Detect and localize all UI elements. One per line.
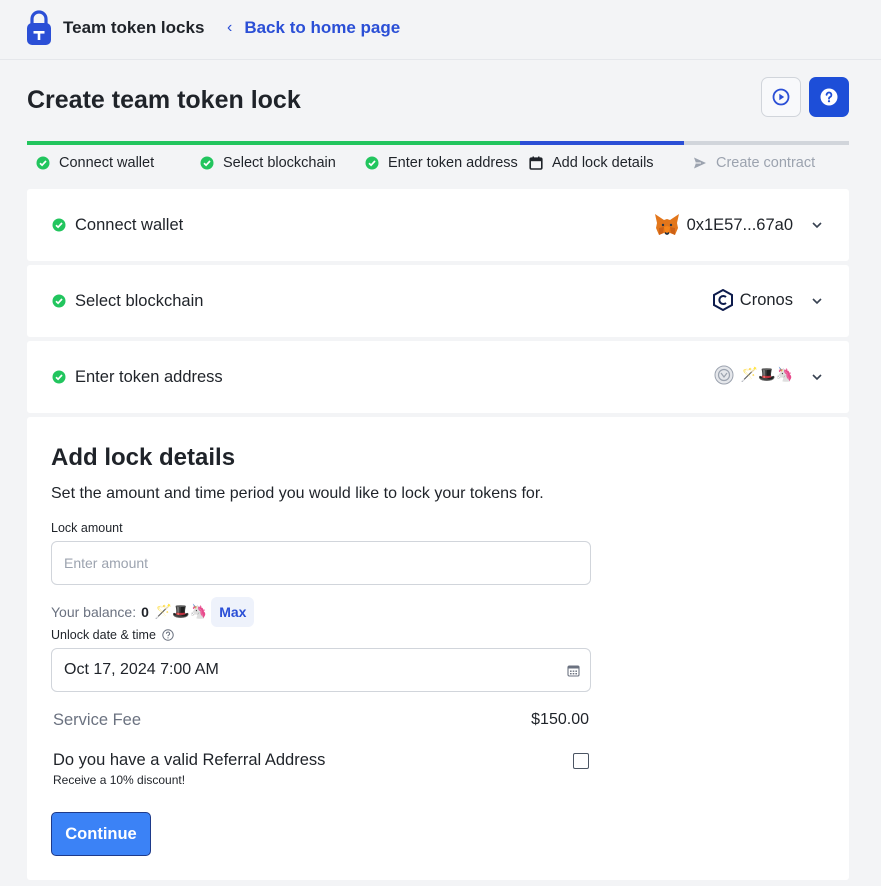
unlock-date-picker[interactable]: Oct 17, 2024 7:00 AM [51, 648, 591, 692]
back-link-label: Back to home page [244, 18, 401, 37]
unlock-date-label: Unlock date & time [51, 628, 174, 642]
check-circle-icon [365, 156, 379, 170]
check-circle-icon [52, 370, 66, 384]
wallet-address: 0x1E57...67a0 [686, 215, 793, 234]
progress-remaining [684, 141, 849, 145]
chevron-down-icon[interactable] [811, 219, 823, 231]
balance-token-symbol: 🪄🎩🦄 [154, 604, 208, 620]
step-select-blockchain: Select blockchain [200, 155, 336, 171]
back-to-home-link[interactable]: ‹ Back to home page [227, 18, 400, 38]
blockchain-name: Cronos [739, 290, 793, 309]
padlock-logo-icon [27, 10, 51, 45]
blockchain-display: Cronos [712, 289, 793, 311]
referral-discount-note: Receive a 10% discount! [53, 773, 186, 787]
referral-checkbox[interactable] [573, 753, 589, 769]
metamask-fox-icon [654, 214, 679, 235]
service-fee-value: $150.00 [531, 711, 589, 728]
step-connect-wallet: Connect wallet [36, 155, 154, 171]
send-arrow-icon [694, 157, 706, 169]
top-bar: Team token locks ‹ Back to home page [0, 0, 881, 60]
referral-label: Do you have a valid Referral Address [53, 751, 326, 769]
token-symbol: 🪄🎩🦄 [740, 367, 793, 383]
question-circle-icon [820, 88, 838, 106]
continue-button[interactable]: Continue [51, 812, 151, 856]
chevron-down-icon[interactable] [811, 295, 823, 307]
step-progress-bar [27, 141, 849, 145]
section-title: Add lock details [51, 444, 236, 471]
play-video-button[interactable] [761, 77, 801, 117]
balance-label: Your balance: [51, 604, 137, 620]
page-title: Create team token lock [27, 86, 301, 114]
step-create-contract: Create contract [693, 155, 815, 171]
service-fee-label: Service Fee [53, 711, 142, 729]
step-add-lock-details: Add lock details [529, 155, 654, 171]
card-label: Connect wallet [75, 216, 184, 234]
progress-complete [27, 141, 520, 145]
max-button[interactable]: Max [211, 597, 255, 627]
enter-token-address-card[interactable]: Enter token address 🪄🎩🦄 [27, 341, 849, 413]
check-circle-icon [36, 156, 50, 170]
cronos-icon [712, 289, 733, 311]
balance-value: 0 [141, 604, 149, 620]
connect-wallet-card[interactable]: Connect wallet 0x1E57...67a0 [27, 189, 849, 261]
balance-row: Your balance: 0 🪄🎩🦄 Max [51, 597, 255, 627]
check-circle-icon [52, 218, 66, 232]
select-blockchain-card[interactable]: Select blockchain Cronos [27, 265, 849, 337]
chevron-left-icon: ‹ [227, 19, 233, 36]
step-enter-token-address: Enter token address [365, 155, 518, 171]
card-label: Enter token address [75, 368, 223, 386]
unlock-date-value: Oct 17, 2024 7:00 AM [64, 661, 219, 678]
play-circle-icon [772, 88, 790, 106]
lock-amount-label: Lock amount [51, 521, 123, 535]
add-lock-details-panel: Add lock details Set the amount and time… [27, 417, 849, 880]
lock-amount-input[interactable] [51, 541, 591, 585]
check-circle-icon [52, 294, 66, 308]
calendar-icon [529, 156, 543, 170]
card-label: Select blockchain [75, 292, 204, 310]
check-circle-icon [200, 156, 214, 170]
chevron-down-icon[interactable] [811, 371, 823, 383]
calendar-icon[interactable] [567, 664, 580, 677]
token-logo-icon [714, 365, 734, 385]
help-button[interactable] [809, 77, 849, 117]
section-subtitle: Set the amount and time period you would… [51, 485, 544, 502]
app-title: Team token locks [63, 18, 205, 37]
wallet-address-display: 0x1E57...67a0 [654, 213, 793, 237]
progress-current [520, 141, 684, 145]
token-display: 🪄🎩🦄 [714, 365, 793, 385]
info-question-icon[interactable] [162, 629, 174, 641]
